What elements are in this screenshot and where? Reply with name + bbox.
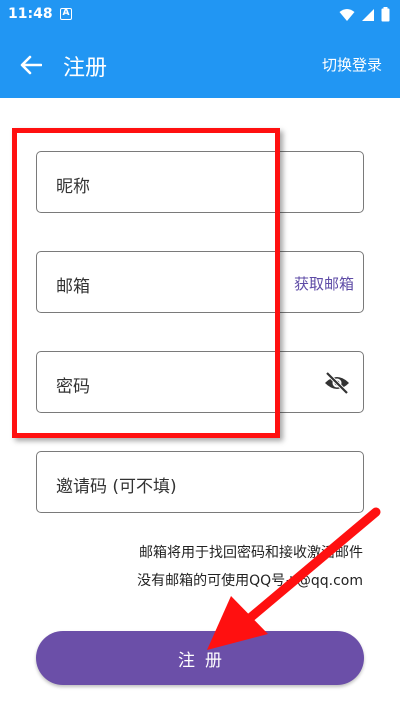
page-title: 注册 xyxy=(63,56,108,81)
annotation-highlight-box xyxy=(12,128,280,438)
hint-line-1: 邮箱将用于找回密码和接收激活邮件 xyxy=(139,545,363,561)
switch-login-button[interactable]: 切换登录 xyxy=(322,54,382,75)
back-button[interactable] xyxy=(14,48,48,82)
notification-icon: A xyxy=(60,8,72,20)
app-bar: 注册 切换登录 xyxy=(0,30,400,98)
invite-code-placeholder: 邀请码 (可不填) xyxy=(56,477,177,497)
invite-code-field[interactable]: 邀请码 (可不填) xyxy=(36,451,364,513)
register-button[interactable]: 注册 xyxy=(36,631,364,685)
status-time: 11:48 xyxy=(8,6,53,22)
wifi-icon xyxy=(339,8,355,21)
eye-off-icon[interactable] xyxy=(323,369,351,397)
hint-line-2: 没有邮箱的可使用QQ号+@qq.com xyxy=(137,573,363,589)
status-icons xyxy=(339,7,390,22)
back-arrow-icon xyxy=(20,55,42,75)
signal-icon xyxy=(362,8,374,21)
status-bar: 11:48 A xyxy=(0,0,400,30)
get-email-button[interactable]: 获取邮箱 xyxy=(294,273,354,294)
battery-icon xyxy=(381,7,390,22)
